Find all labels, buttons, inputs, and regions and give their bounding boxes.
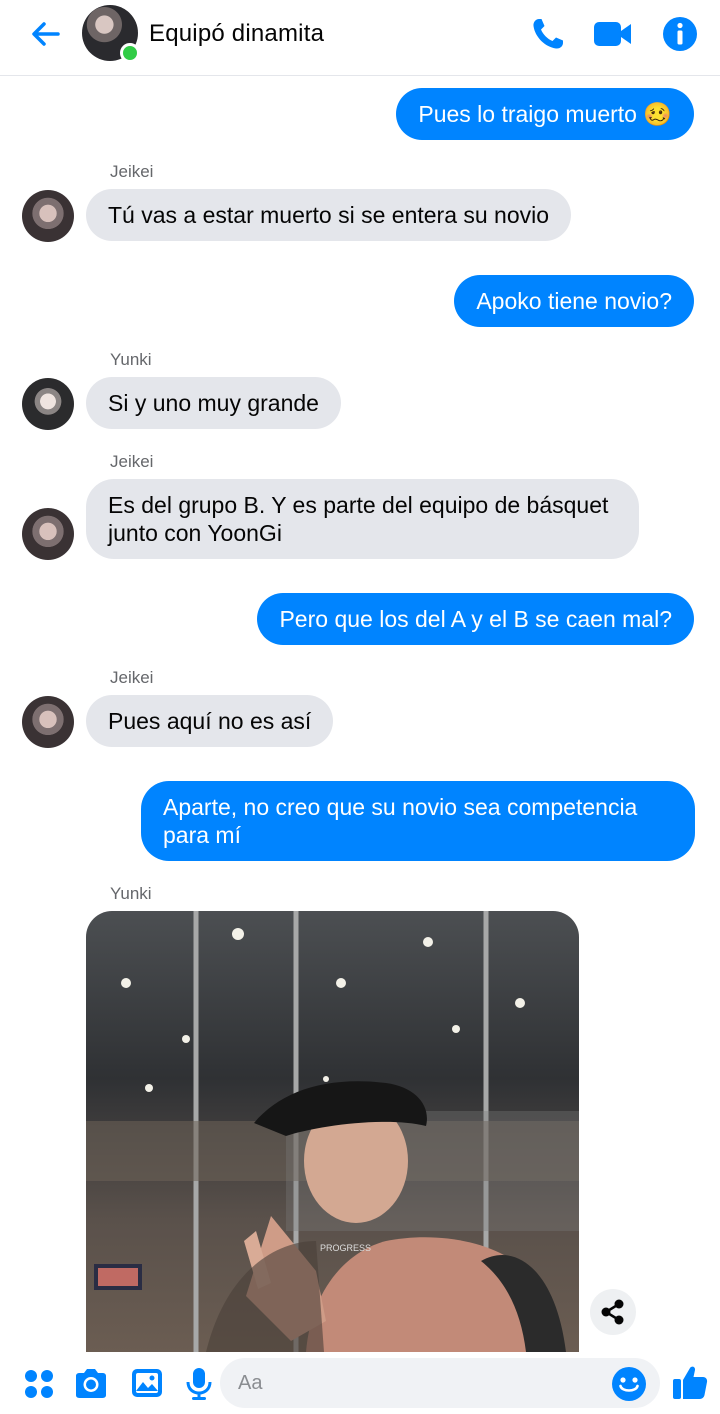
gym-photo-illustration: PROGRESS (86, 911, 579, 1352)
sender-name: Jeikei (110, 162, 154, 181)
message-list[interactable]: Pues lo traigo muerto 🥴 Jeikei Tú vas a … (0, 77, 720, 1352)
camera-icon[interactable] (72, 1364, 110, 1402)
message-bubble-outgoing[interactable]: Pues lo traigo muerto 🥴 (396, 88, 694, 140)
photo-message[interactable]: PROGRESS (86, 911, 579, 1352)
message-bubble-outgoing[interactable]: Pero que los del A y el B se caen mal? (257, 593, 694, 645)
message-input[interactable] (220, 1358, 660, 1408)
conversation-title[interactable]: Equipó dinamita (149, 20, 324, 48)
sender-name: Yunki (110, 884, 152, 903)
message-composer (0, 1352, 720, 1414)
share-icon (601, 1299, 624, 1325)
message-bubble-outgoing[interactable]: Apoko tiene novio? (454, 275, 694, 327)
sender-name: Jeikei (110, 668, 154, 687)
avatar[interactable] (22, 508, 74, 560)
sender-name: Yunki (110, 350, 152, 369)
message-bubble-incoming[interactable]: Pues aquí no es así (86, 695, 334, 747)
message-bubble-outgoing[interactable]: Aparte, no creo que su novio sea compete… (141, 781, 695, 861)
message-bubble-incoming[interactable]: Es del grupo B. Y es parte del equipo de… (86, 479, 639, 559)
phone-icon[interactable] (526, 12, 570, 56)
share-button[interactable] (590, 1289, 636, 1335)
message-bubble-incoming[interactable]: Tú vas a estar muerto si se entera su no… (86, 189, 572, 241)
back-arrow-icon[interactable] (26, 14, 66, 54)
thumbs-up-icon[interactable] (670, 1362, 710, 1402)
microphone-icon[interactable] (180, 1364, 218, 1402)
video-camera-icon[interactable] (590, 12, 634, 56)
avatar[interactable] (22, 190, 74, 242)
apps-grid-icon[interactable] (20, 1364, 58, 1402)
avatar[interactable] (22, 378, 74, 430)
photo-sign-text: PROGRESS (320, 1243, 371, 1253)
online-status-dot (120, 43, 140, 63)
avatar[interactable] (22, 696, 74, 748)
info-icon[interactable] (658, 12, 702, 56)
gallery-icon[interactable] (128, 1364, 166, 1402)
sender-name: Jeikei (110, 452, 154, 471)
group-avatar[interactable] (82, 5, 140, 63)
message-bubble-incoming[interactable]: Si y uno muy grande (86, 377, 341, 429)
chat-header: Equipó dinamita (0, 0, 720, 76)
emoji-icon[interactable] (611, 1366, 647, 1402)
